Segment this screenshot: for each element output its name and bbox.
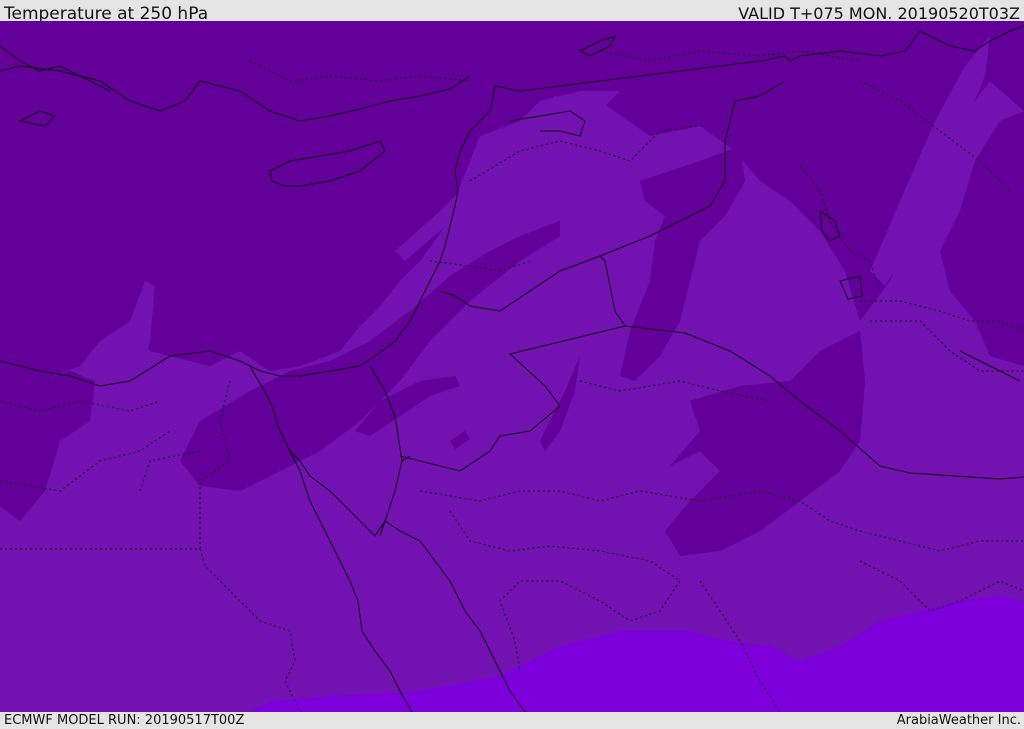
model-run-label: ECMWF MODEL RUN: 20190517T00Z [4, 713, 245, 728]
brand-label: ArabiaWeather Inc. [896, 713, 1021, 728]
footer-bar: ECMWF MODEL RUN: 20190517T00Z ArabiaWeat… [0, 712, 1024, 729]
temperature-map[interactable] [0, 21, 1024, 712]
header-bar: Temperature at 250 hPa VALID T+075 MON. … [0, 0, 1024, 24]
